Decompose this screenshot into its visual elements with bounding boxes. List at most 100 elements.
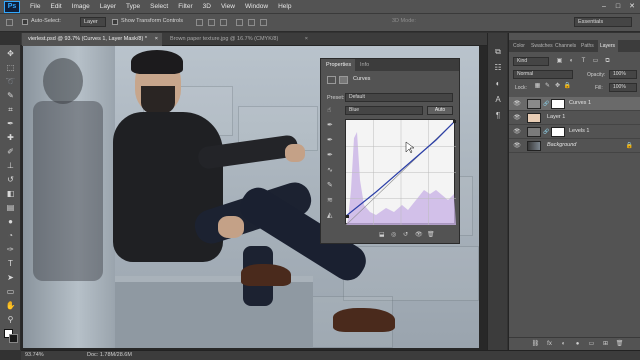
lock-transparent-icon[interactable]: ▦ <box>533 82 542 91</box>
fill-field[interactable]: 100% <box>609 83 637 92</box>
move-tool-icon[interactable] <box>6 19 13 26</box>
gradient-tool-icon[interactable]: ▤ <box>5 202 16 213</box>
pencil-draw-icon[interactable]: ✎ <box>327 181 333 189</box>
background-color-swatch[interactable] <box>9 334 18 343</box>
curve-point-black[interactable] <box>346 215 349 218</box>
menu-edit[interactable]: Edit <box>50 3 61 10</box>
adjustments-icon[interactable]: ◐ <box>493 79 503 89</box>
close-tab-icon[interactable]: × <box>155 33 158 46</box>
filter-adjustment-icon[interactable]: ◐ <box>567 57 576 66</box>
filter-pixel-icon[interactable]: ▣ <box>555 57 564 66</box>
link-icon[interactable]: 🔗 <box>543 129 549 135</box>
curve-point-white[interactable] <box>453 120 456 123</box>
menu-3d[interactable]: 3D <box>203 3 211 10</box>
link-icon[interactable]: 🔗 <box>543 101 549 107</box>
new-layer-icon[interactable]: ⊞ <box>601 340 610 349</box>
blur-tool-icon[interactable]: ● <box>5 216 16 227</box>
visibility-eye-icon[interactable]: 👁 <box>513 142 521 150</box>
clip-to-layer-icon[interactable]: ⬓ <box>379 231 385 238</box>
blend-mode-dropdown[interactable]: Normal <box>513 70 573 79</box>
tab-channels[interactable]: Channels <box>555 40 576 52</box>
layer-style-icon[interactable]: fx <box>545 340 554 349</box>
align-top-icon[interactable] <box>196 19 203 26</box>
add-mask-icon[interactable]: ◐ <box>559 340 568 349</box>
align-right-icon[interactable] <box>260 19 267 26</box>
mask-icon[interactable] <box>339 76 348 84</box>
opacity-field[interactable]: 100% <box>609 70 637 79</box>
preset-dropdown[interactable]: Default <box>345 93 453 102</box>
lock-image-icon[interactable]: ✎ <box>543 82 552 91</box>
black-point-eyedropper-icon[interactable]: ✒ <box>327 121 333 129</box>
minimize-button[interactable]: – <box>598 2 610 12</box>
filter-type-icon[interactable]: T <box>579 57 588 66</box>
menu-help[interactable]: Help <box>278 3 291 10</box>
auto-button[interactable]: Auto <box>427 106 453 115</box>
align-middle-icon[interactable] <box>208 19 215 26</box>
tab-layers[interactable]: Layers <box>598 40 618 52</box>
visibility-eye-icon[interactable]: 👁 <box>513 128 521 136</box>
crop-tool-icon[interactable]: ⌗ <box>5 104 16 115</box>
layer-row-background[interactable]: 👁 Background 🔒 <box>509 139 640 153</box>
visibility-eye-icon[interactable]: 👁 <box>513 100 521 108</box>
tab-color[interactable]: Color <box>513 40 525 52</box>
tab-brown-paper-texture[interactable]: Brown paper texture.jpg @ 16.7% (CMYK/8)… <box>164 33 312 46</box>
close-tab-icon[interactable]: × <box>305 33 308 46</box>
menu-file[interactable]: File <box>30 3 40 10</box>
type-tool-icon[interactable]: T <box>5 258 16 269</box>
lock-all-icon[interactable]: 🔒 <box>563 82 572 91</box>
auto-select-dropdown[interactable]: Layer <box>80 17 106 27</box>
workspace-dropdown[interactable]: Essentials <box>574 17 632 27</box>
tab-vierlest-psd[interactable]: vierlest.psd @ 93.7% (Curves 1, Layer Ma… <box>22 33 162 46</box>
tab-info[interactable]: Info <box>355 59 375 71</box>
gray-point-eyedropper-icon[interactable]: ✒ <box>327 136 333 144</box>
layer-filter-kind-dropdown[interactable]: Kind <box>513 57 549 66</box>
new-group-icon[interactable]: ▭ <box>587 340 596 349</box>
show-transform-checkbox[interactable] <box>112 19 118 25</box>
filter-shape-icon[interactable]: ▭ <box>591 57 600 66</box>
history-brush-tool-icon[interactable]: ↺ <box>5 174 16 185</box>
align-left-icon[interactable] <box>236 19 243 26</box>
close-button[interactable]: ✕ <box>626 2 638 12</box>
layer-mask-thumbnail[interactable] <box>551 99 565 109</box>
menu-image[interactable]: Image <box>72 3 90 10</box>
rectangle-tool-icon[interactable]: ▭ <box>5 286 16 297</box>
lasso-tool-icon[interactable]: ➰ <box>5 76 16 87</box>
eyedropper-tool-icon[interactable]: ✒ <box>5 118 16 129</box>
menu-layer[interactable]: Layer <box>100 3 116 10</box>
quick-select-tool-icon[interactable]: ✎ <box>5 90 16 101</box>
layer-row-curves-1[interactable]: 👁 🔗 Curves 1 <box>509 97 640 111</box>
reset-icon[interactable]: ↺ <box>403 231 408 238</box>
path-select-tool-icon[interactable]: ➤ <box>5 272 16 283</box>
filter-smart-object-icon[interactable]: ⧉ <box>603 57 612 66</box>
menu-view[interactable]: View <box>221 3 235 10</box>
channel-dropdown[interactable]: Blue <box>345 106 423 115</box>
character-icon[interactable]: A <box>493 95 503 105</box>
hand-tool-icon[interactable]: ✋ <box>5 300 16 311</box>
layer-mask-thumbnail[interactable] <box>551 127 565 137</box>
tab-paths[interactable]: Paths <box>581 40 594 52</box>
clipping-warning-icon[interactable]: ◭ <box>327 211 332 219</box>
history-icon[interactable]: ⧉ <box>493 47 503 57</box>
curve-points-icon[interactable]: ∿ <box>327 166 333 174</box>
layer-row-layer-1[interactable]: 👁 Layer 1 <box>509 111 640 125</box>
properties-icon[interactable]: ☷ <box>493 63 503 73</box>
paragraph-icon[interactable]: ¶ <box>493 111 503 121</box>
maximize-button[interactable]: □ <box>612 2 624 12</box>
zoom-tool-icon[interactable]: ⚲ <box>5 314 16 325</box>
align-center-icon[interactable] <box>248 19 255 26</box>
lock-position-icon[interactable]: ✥ <box>553 82 562 91</box>
move-tool-icon[interactable]: ✥ <box>5 48 16 59</box>
delete-layer-icon[interactable]: 🗑 <box>615 340 624 349</box>
clone-stamp-tool-icon[interactable]: ⊥ <box>5 160 16 171</box>
menu-window[interactable]: Window <box>245 3 268 10</box>
new-adjustment-layer-icon[interactable]: ● <box>573 340 582 349</box>
menu-filter[interactable]: Filter <box>178 3 192 10</box>
eraser-tool-icon[interactable]: ◧ <box>5 188 16 199</box>
smooth-curve-icon[interactable]: ≋ <box>327 196 333 204</box>
brush-tool-icon[interactable]: ✐ <box>5 146 16 157</box>
zoom-level[interactable]: 93.74% <box>25 352 44 358</box>
view-previous-state-icon[interactable]: ◎ <box>391 231 396 238</box>
delete-adjustment-icon[interactable]: 🗑 <box>427 231 435 238</box>
tab-swatches[interactable]: Swatches <box>531 40 553 52</box>
auto-select-checkbox[interactable] <box>22 19 28 25</box>
